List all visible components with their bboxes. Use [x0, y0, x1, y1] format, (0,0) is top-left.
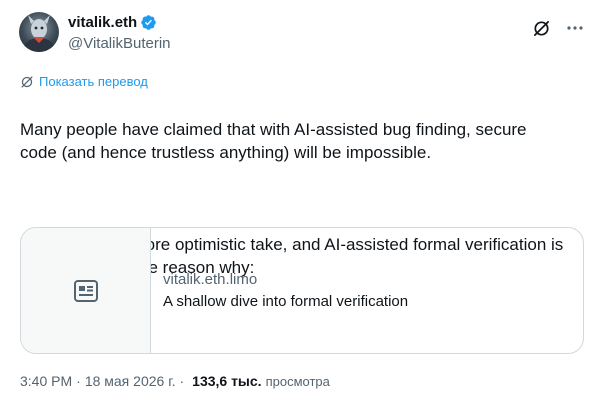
handle[interactable]: @VitalikButerin [68, 35, 171, 52]
translate-icon [20, 75, 34, 89]
views-label: просмотра [265, 373, 330, 389]
article-icon [73, 279, 99, 303]
grok-icon[interactable] [530, 17, 552, 39]
avatar[interactable] [19, 12, 59, 52]
show-translation-button[interactable]: Показать перевод [20, 74, 148, 89]
views-count[interactable]: 133,6 тыс. [192, 373, 261, 389]
meta-separator: · [179, 373, 185, 389]
verified-badge-icon [140, 14, 157, 31]
tweet-meta: 3:40 PM · 18 мая 2026 г. · 133,6 тыс. пр… [20, 373, 330, 389]
tweet-paragraph: Many people have claimed that with AI-as… [20, 120, 527, 162]
tweet-date[interactable]: 18 мая 2026 г. [85, 373, 176, 389]
card-thumbnail [21, 228, 151, 353]
tweet-time[interactable]: 3:40 PM [20, 373, 72, 389]
more-icon[interactable] [564, 17, 586, 39]
card-domain: vitalik.eth.limo [163, 270, 258, 288]
meta-separator: · [76, 373, 81, 389]
translate-label: Показать перевод [39, 74, 148, 89]
card-title: A shallow dive into formal verification [163, 292, 409, 310]
link-card[interactable]: vitalik.eth.limo A shallow dive into for… [20, 227, 584, 354]
display-name[interactable]: vitalik.eth [68, 14, 137, 31]
